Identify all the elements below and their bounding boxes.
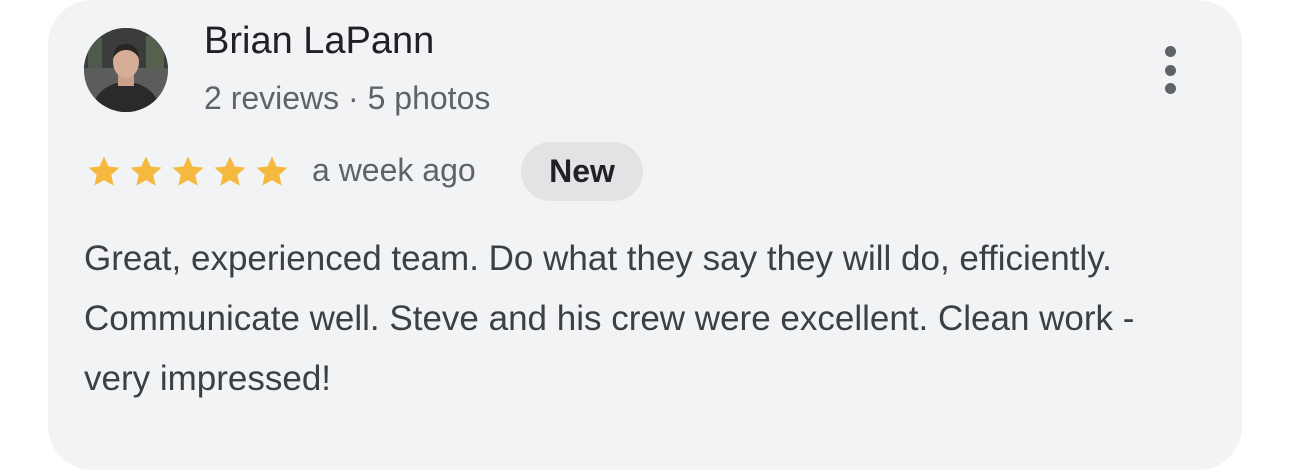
star-icon <box>130 156 162 186</box>
review-text: Great, experienced team. Do what they sa… <box>84 239 1135 398</box>
star-icon <box>214 156 246 186</box>
more-vert-icon-dot <box>1164 64 1176 76</box>
star-rating <box>84 153 292 189</box>
reviewer-stats: 2 reviews · 5 photos <box>204 80 491 116</box>
review-time: a week ago <box>312 152 476 188</box>
new-badge: New <box>521 142 643 201</box>
star-icon <box>256 156 288 186</box>
star-icon <box>88 156 120 186</box>
more-vert-icon-dot <box>1164 83 1176 94</box>
reviewer-avatar[interactable] <box>84 28 168 112</box>
more-vert-icon <box>1164 46 1176 57</box>
more-options-button[interactable] <box>1150 40 1190 100</box>
user-photo-icon <box>84 28 168 112</box>
star-icon <box>172 156 204 186</box>
reviewer-name[interactable]: Brian LaPann <box>204 20 434 63</box>
